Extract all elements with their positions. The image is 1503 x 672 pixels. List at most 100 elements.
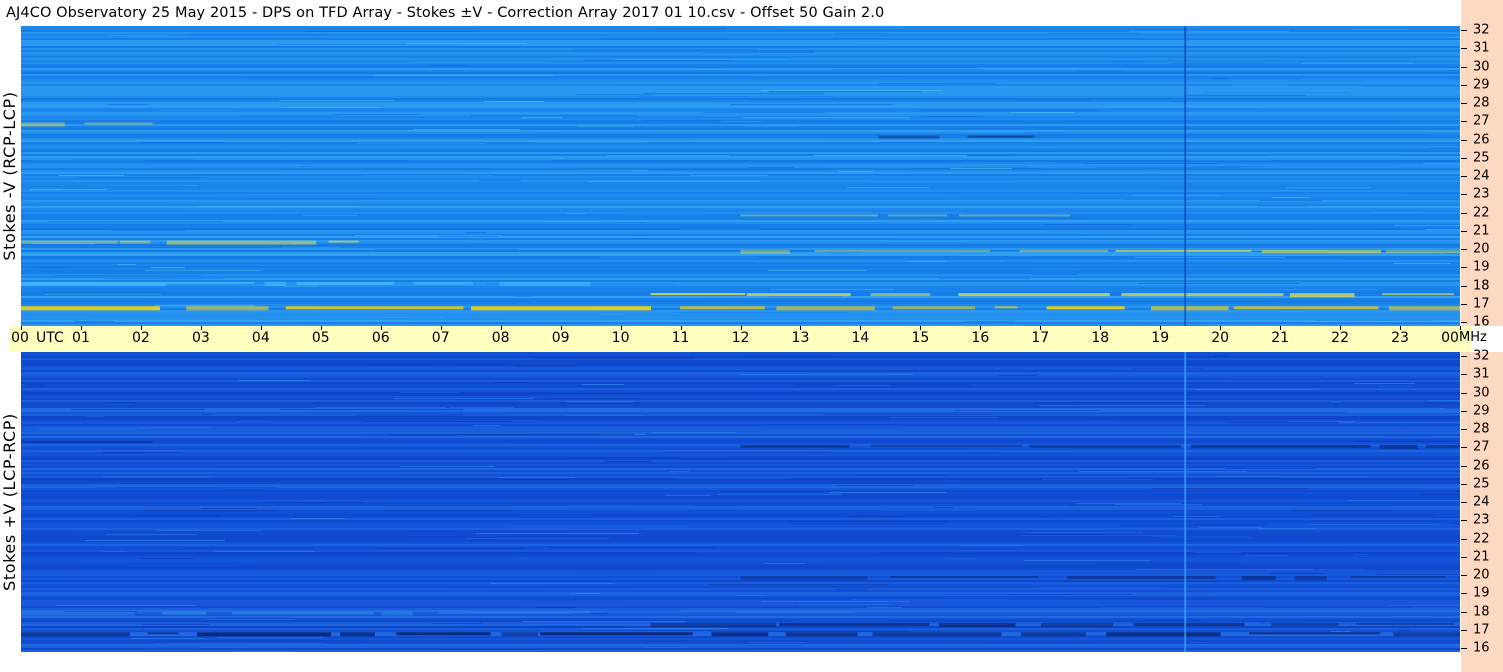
noise-streak xyxy=(566,415,645,416)
noise-row xyxy=(21,528,1460,530)
noise-streak xyxy=(1345,262,1400,263)
noise-streak xyxy=(1351,118,1446,119)
noise-streak xyxy=(468,245,489,246)
frequency-tick-label: 32 xyxy=(1473,348,1490,364)
noise-row xyxy=(21,196,1460,198)
noise-streak xyxy=(653,432,737,433)
noise-row xyxy=(21,418,1460,420)
noise-streak xyxy=(997,375,1037,376)
noise-streak xyxy=(356,441,510,442)
noise-streak xyxy=(1421,494,1460,495)
time-tick-mark xyxy=(200,326,202,330)
spectral-band-mark xyxy=(967,135,1035,138)
noise-row xyxy=(21,554,1460,556)
noise-streak xyxy=(615,222,645,223)
noise-streak xyxy=(305,317,444,318)
noise-streak xyxy=(665,125,743,126)
noise-streak xyxy=(1069,504,1115,505)
noise-streak xyxy=(577,170,648,171)
noise-streak xyxy=(662,452,831,453)
spectral-band-mark xyxy=(1249,632,1381,635)
noise-row xyxy=(21,110,1460,112)
noise-streak xyxy=(1245,555,1288,556)
noise-row xyxy=(21,450,1460,452)
noise-streak xyxy=(53,275,202,276)
noise-streak xyxy=(492,382,528,383)
noise-streak xyxy=(111,230,186,231)
time-tick-mark xyxy=(1100,326,1102,330)
spectral-band-mark xyxy=(232,611,373,615)
time-tick-label: 14 xyxy=(851,330,870,346)
spectral-band-mark xyxy=(1019,250,1109,252)
noise-row xyxy=(21,366,1460,368)
noise-streak xyxy=(1260,200,1322,201)
time-tick-mark xyxy=(680,326,682,330)
noise-streak xyxy=(1338,422,1460,423)
noise-streak xyxy=(102,551,125,552)
noise-streak xyxy=(1193,166,1265,167)
noise-streak xyxy=(139,558,194,559)
noise-streak xyxy=(867,299,878,300)
noise-row xyxy=(21,108,1460,110)
frequency-tick-label: 26 xyxy=(1473,458,1490,473)
noise-streak xyxy=(588,181,761,182)
noise-row xyxy=(21,254,1460,256)
noise-streak xyxy=(1184,95,1306,96)
noise-streak xyxy=(131,638,204,639)
spectral-band-mark xyxy=(939,622,1016,627)
noise-row xyxy=(21,370,1460,372)
noise-streak xyxy=(29,160,148,161)
noise-row xyxy=(21,194,1460,196)
frequency-tick-label: 30 xyxy=(1473,59,1490,74)
noise-streak xyxy=(1422,416,1460,417)
time-tick-mark xyxy=(1160,326,1162,330)
noise-streak xyxy=(1447,70,1460,71)
frequency-tick-mark xyxy=(1461,194,1467,196)
noise-streak xyxy=(393,398,534,399)
spectrogram-bottom-panel xyxy=(21,352,1460,652)
noise-streak xyxy=(676,478,791,479)
noise-row xyxy=(21,298,1460,300)
noise-streak xyxy=(1132,195,1219,196)
noise-streak xyxy=(984,162,1054,163)
noise-texture xyxy=(21,352,1460,652)
noise-streak xyxy=(541,457,680,458)
noise-streak xyxy=(517,558,528,559)
noise-streak xyxy=(1188,160,1272,161)
noise-streak xyxy=(377,548,525,549)
frequency-tick-label: 17 xyxy=(1473,622,1490,638)
noise-streak xyxy=(1109,261,1120,262)
noise-row xyxy=(21,352,1460,354)
noise-streak xyxy=(1406,193,1460,194)
noise-streak xyxy=(1258,206,1308,207)
frequency-tick-mark xyxy=(1461,593,1467,595)
noise-streak xyxy=(1452,523,1460,524)
time-tick-mark xyxy=(21,326,22,330)
top-ylabel: Stokes -V (RCP-LCP) xyxy=(0,91,19,261)
noise-streak xyxy=(749,642,805,643)
spectral-band-mark xyxy=(1121,293,1284,297)
noise-streak xyxy=(856,475,948,476)
time-axis-bar: 00 01 02 03 04 05 06 07 08 09 10 11 12 13 14 15 16 17 18 19… xyxy=(10,326,1471,352)
noise-streak xyxy=(1217,270,1279,271)
noise-row xyxy=(21,90,1460,92)
noise-streak xyxy=(144,300,233,301)
noise-streak xyxy=(151,234,312,235)
noise-streak xyxy=(491,583,612,584)
noise-row xyxy=(21,404,1460,406)
noise-row xyxy=(21,186,1460,188)
noise-streak xyxy=(858,517,881,518)
noise-streak xyxy=(78,247,266,248)
noise-row xyxy=(21,76,1460,78)
noise-streak xyxy=(1033,587,1164,588)
noise-streak xyxy=(106,534,197,535)
noise-row xyxy=(21,128,1460,130)
noise-streak xyxy=(1173,516,1220,517)
noise-streak xyxy=(946,82,1004,83)
noise-streak xyxy=(878,83,996,84)
noise-row xyxy=(21,466,1460,468)
noise-streak xyxy=(1267,602,1337,603)
noise-streak xyxy=(566,213,586,214)
noise-streak xyxy=(375,249,519,250)
noise-streak xyxy=(448,81,618,82)
